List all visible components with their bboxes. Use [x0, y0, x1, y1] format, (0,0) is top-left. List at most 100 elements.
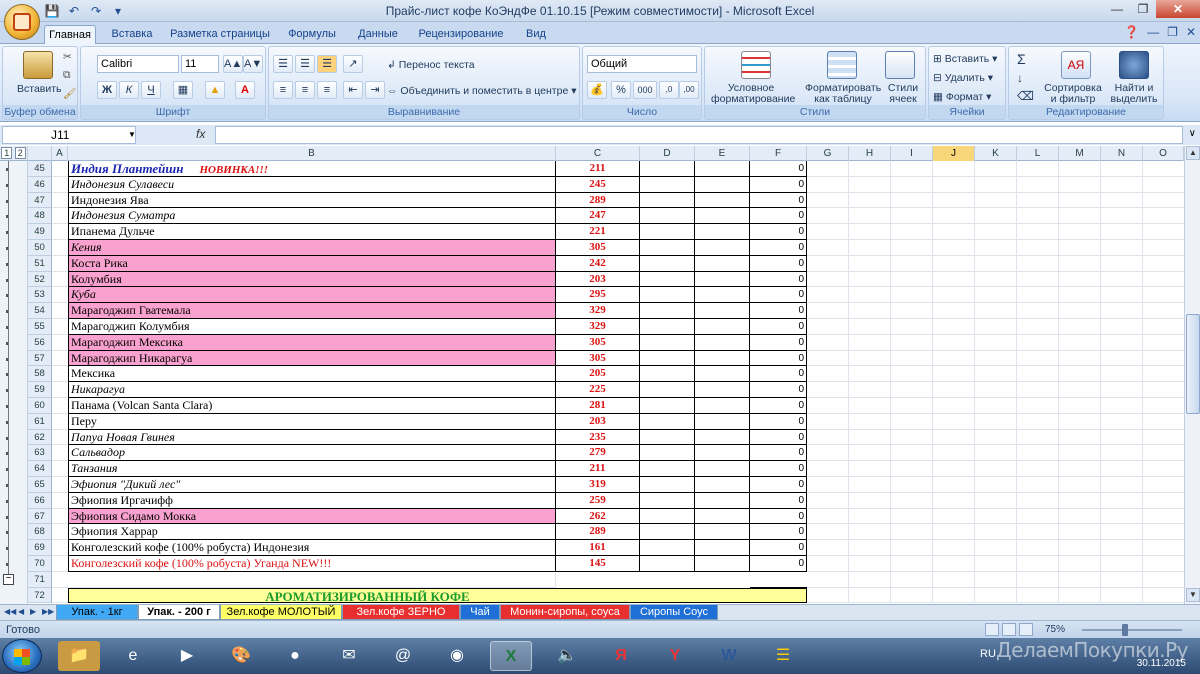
cell-d[interactable] [640, 224, 695, 240]
outline-level-2[interactable]: 2 [14, 147, 26, 159]
number-format-select[interactable]: Общий [587, 55, 697, 73]
chrome-icon[interactable]: ◉ [436, 641, 478, 671]
product-name-cell[interactable]: Мексика [68, 366, 556, 383]
zoom-level[interactable]: 75% [1045, 624, 1065, 635]
row-number[interactable]: 50 [28, 240, 52, 256]
price-cell[interactable]: 235 [556, 429, 640, 446]
fill-icon[interactable]: ↓ [1017, 71, 1023, 85]
cell-a[interactable] [52, 556, 68, 572]
cell-d[interactable] [640, 208, 695, 225]
delete-cells-button[interactable]: ⊟ Удалить ▾ [933, 72, 993, 84]
app-icon[interactable]: ☰ [762, 641, 804, 671]
empty-cells[interactable] [807, 334, 1184, 351]
empty-cells[interactable] [807, 398, 1184, 414]
price-cell[interactable]: 145 [556, 556, 640, 572]
col-header-F[interactable]: F [750, 146, 807, 161]
cell-e[interactable] [695, 556, 750, 572]
vertical-scrollbar[interactable]: ▲ ▼ [1184, 146, 1200, 604]
language-indicator[interactable]: RU [980, 648, 996, 660]
empty-cells[interactable] [807, 366, 1184, 383]
empty-cells[interactable] [807, 255, 1184, 272]
product-name-cell[interactable]: Колумбия [68, 271, 556, 288]
price-cell[interactable]: 279 [556, 445, 640, 462]
cell-styles-icon[interactable] [885, 51, 915, 79]
empty-cells[interactable] [807, 540, 1184, 556]
quantity-cell[interactable]: 0 [750, 429, 807, 446]
empty-cells[interactable] [807, 208, 1184, 225]
cell-e[interactable] [695, 492, 750, 509]
price-cell[interactable]: 203 [556, 271, 640, 288]
format-table-icon[interactable] [827, 51, 857, 79]
cell-e[interactable] [695, 287, 750, 304]
cell-a[interactable] [52, 366, 68, 383]
cell-e[interactable] [695, 398, 750, 414]
cell-e[interactable] [695, 413, 750, 430]
price-cell[interactable]: 259 [556, 492, 640, 509]
quantity-cell[interactable]: 0 [750, 161, 807, 177]
sheet-tab[interactable]: Зел.кофе ЗЕРНО [342, 605, 460, 620]
sheet-tab[interactable]: Сиропы Соус [630, 605, 718, 620]
quantity-cell[interactable]: 0 [750, 208, 807, 225]
cell-d[interactable] [640, 334, 695, 351]
copy-icon[interactable]: ⧉ [63, 69, 71, 82]
cell-d[interactable] [640, 303, 695, 319]
cell-a[interactable] [52, 588, 68, 604]
cell-d[interactable] [640, 461, 695, 477]
price-cell[interactable]: 221 [556, 224, 640, 240]
empty-cells[interactable] [807, 556, 1184, 572]
sheet-tab[interactable]: Чай [460, 605, 500, 620]
row-number[interactable]: 45 [28, 161, 52, 177]
help-icon[interactable]: ❓ [1124, 25, 1139, 39]
col-header-G[interactable]: G [807, 146, 849, 161]
row-number[interactable]: 56 [28, 334, 52, 351]
row-number[interactable]: 70 [28, 556, 52, 572]
quantity-cell[interactable]: 0 [750, 477, 807, 493]
empty-cells[interactable] [807, 224, 1184, 240]
price-cell[interactable]: 289 [556, 524, 640, 541]
cell-a[interactable] [52, 493, 68, 509]
quantity-cell[interactable]: 0 [750, 382, 807, 398]
quantity-cell[interactable]: 0 [750, 524, 807, 541]
cut-icon[interactable]: ✂ [63, 51, 72, 63]
product-name-cell[interactable]: Эфиопия Харрар [68, 524, 556, 541]
quantity-cell[interactable]: 0 [750, 319, 807, 335]
product-name-cell[interactable]: Куба [68, 287, 556, 304]
paste-icon[interactable] [23, 51, 53, 79]
prev-sheet-icon[interactable]: ◀ [18, 607, 28, 616]
cell-a[interactable] [52, 461, 68, 477]
firefox-icon[interactable]: ● [274, 641, 316, 671]
col-header-A[interactable]: A [52, 146, 68, 161]
thousands-button[interactable]: 000 [633, 81, 657, 99]
product-name-cell[interactable]: Марагоджип Гватемала [68, 303, 556, 319]
row-number[interactable]: 55 [28, 319, 52, 335]
product-name-cell[interactable]: Никарагуа [68, 382, 556, 398]
workbook-restore-icon[interactable]: ❐ [1167, 25, 1178, 39]
col-header-E[interactable]: E [695, 146, 750, 161]
row-number[interactable]: 46 [28, 176, 52, 193]
name-box[interactable]: J11 [2, 126, 136, 144]
cell-e[interactable] [695, 319, 750, 335]
row-number[interactable]: 52 [28, 271, 52, 288]
empty-cells[interactable] [807, 445, 1184, 462]
cell-d[interactable] [640, 524, 695, 541]
orientation-icon[interactable]: ↗ [343, 55, 363, 73]
quantity-cell[interactable]: 0 [750, 192, 807, 209]
cell-a[interactable] [52, 430, 68, 446]
cell-d[interactable] [640, 192, 695, 209]
sound-icon[interactable]: 🔈 [546, 641, 588, 671]
cell-e[interactable] [695, 192, 750, 209]
empty-cells[interactable] [807, 176, 1184, 193]
col-header-O[interactable]: O [1143, 146, 1184, 161]
price-cell[interactable]: 161 [556, 540, 640, 556]
next-sheet-icon[interactable]: ▶ [30, 607, 40, 616]
product-name-cell[interactable]: Конголезский кофе (100% робуста) Уганда … [68, 556, 556, 572]
cell-d[interactable] [640, 477, 695, 493]
cell-a[interactable] [52, 398, 68, 414]
align-top-icon[interactable]: ☰ [273, 55, 293, 73]
last-sheet-icon[interactable]: ▶▶ [42, 607, 54, 616]
quantity-cell[interactable]: 0 [750, 271, 807, 288]
col-header-B[interactable]: B [68, 146, 556, 161]
cell-d[interactable] [640, 572, 695, 588]
product-name-cell[interactable]: Марагоджип Мексика [68, 334, 556, 351]
cell-e[interactable] [695, 350, 750, 367]
